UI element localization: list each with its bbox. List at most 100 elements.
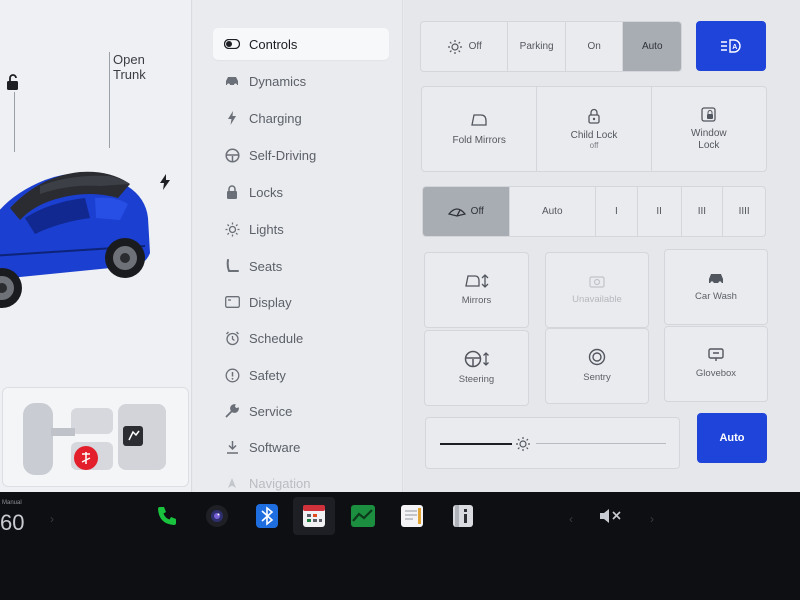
headlights-off-label: Off: [468, 41, 482, 52]
nav-label: Display: [249, 294, 292, 310]
nav-label: Seats: [249, 258, 283, 274]
wipers-speed-1-label: I: [614, 206, 618, 217]
auto-high-beam-button[interactable]: A: [696, 21, 766, 71]
wipers-off-button[interactable]: Off: [423, 187, 510, 236]
window-lock-button[interactable]: Window Lock: [652, 87, 766, 171]
window-lock-label-2: Lock: [698, 139, 720, 151]
nav-item-service[interactable]: Service: [213, 395, 389, 427]
window-lock-icon: [701, 106, 716, 122]
climate-mode-label: Manual: [2, 500, 22, 506]
lock-icon: [223, 183, 241, 201]
mirrors-label: Mirrors: [461, 295, 492, 306]
brightness-slider[interactable]: [425, 417, 680, 469]
wrench-icon: [223, 402, 241, 420]
sun-icon: [223, 220, 241, 238]
wiper-icon: [447, 207, 466, 217]
mirrors-adjust-button[interactable]: Mirrors: [424, 252, 529, 328]
phone-icon[interactable]: [154, 503, 180, 529]
mirror-icon: [471, 113, 487, 126]
bluetooth-icon[interactable]: [254, 503, 280, 529]
volume-muted-icon[interactable]: [598, 503, 624, 529]
nav-label: Safety: [249, 367, 286, 383]
headlights-auto-label: Auto: [641, 41, 663, 52]
glovebox-button[interactable]: Glovebox: [664, 326, 768, 402]
temperature-value[interactable]: 60: [0, 510, 24, 536]
nav-label: Controls: [249, 36, 298, 52]
nav-item-navigation[interactable]: Navigation: [213, 467, 389, 492]
sentry-icon: [588, 348, 606, 366]
unlock-icon[interactable]: [4, 73, 22, 91]
car-render: [0, 171, 150, 308]
steering-adjust-button[interactable]: Steering: [424, 330, 529, 406]
open-trunk-button[interactable]: Open Trunk: [113, 52, 146, 82]
charge-port-icon[interactable]: [159, 174, 171, 190]
open-trunk-label-1: Open: [113, 52, 145, 67]
unavailable-label: Unavailable: [572, 293, 622, 305]
seat-occupancy-card: [2, 387, 189, 487]
main-screen: Open Trunk Controls Dynamics Charging Se…: [0, 0, 800, 492]
nav-item-schedule[interactable]: Schedule: [213, 322, 389, 354]
sentry-button[interactable]: Sentry: [545, 328, 649, 404]
headlights-auto-button[interactable]: Auto: [623, 22, 681, 71]
nav-item-controls[interactable]: Controls: [213, 28, 389, 60]
wipers-speed-3-button[interactable]: III: [682, 187, 724, 236]
nav-label: Software: [249, 439, 301, 455]
bolt-icon: [223, 109, 241, 127]
camera-app-icon[interactable]: [204, 503, 230, 529]
open-trunk-label-2: Trunk: [113, 67, 146, 82]
steering-adjust-icon: [464, 350, 489, 368]
locks-mirrors-group: Fold Mirrors Child Lock off Window Lock: [421, 86, 767, 172]
child-lock-button[interactable]: Child Lock off: [537, 87, 652, 171]
manual-app-icon[interactable]: [450, 503, 476, 529]
alarm-clock-icon: [223, 329, 241, 347]
mirror-adjust-icon: [464, 274, 488, 288]
nav-item-seats[interactable]: Seats: [213, 250, 389, 282]
wipers-auto-button[interactable]: Auto: [510, 187, 596, 236]
notes-app-icon[interactable]: [399, 503, 425, 529]
nav-item-dynamics[interactable]: Dynamics: [213, 65, 389, 97]
steering-wheel-icon: [223, 146, 241, 164]
child-lock-state: off: [589, 141, 599, 150]
nav-item-charging[interactable]: Charging: [213, 102, 389, 134]
car-wash-label: Car Wash: [695, 290, 737, 302]
download-icon: [223, 438, 241, 456]
volume-increase-icon[interactable]: ›: [650, 512, 654, 526]
brightness-auto-button[interactable]: Auto: [697, 413, 767, 463]
wipers-speed-1-button[interactable]: I: [596, 187, 638, 236]
nav-item-locks[interactable]: Locks: [213, 176, 389, 208]
headlights-off-button[interactable]: Off: [421, 22, 509, 71]
brightness-slider-fill: [440, 443, 512, 445]
headlights-parking-label: Parking: [519, 41, 554, 52]
brightness-sun-icon: [516, 437, 530, 451]
fold-mirrors-button[interactable]: Fold Mirrors: [422, 87, 538, 171]
headlight-mode-selector: Off Parking On Auto: [420, 21, 682, 72]
navigation-arrow-icon: [223, 474, 241, 492]
info-circle-icon: [223, 366, 241, 384]
temp-increase-icon[interactable]: ›: [50, 512, 54, 526]
wipers-speed-3-label: III: [697, 206, 707, 217]
nav-item-display[interactable]: Display: [213, 286, 389, 318]
cabin-top-view: [23, 403, 166, 475]
nav-label: Dynamics: [249, 73, 307, 89]
car-wash-button[interactable]: Car Wash: [664, 249, 768, 325]
settings-nav: Controls Dynamics Charging Self-Driving: [193, 0, 403, 492]
energy-app-icon[interactable]: [350, 503, 376, 529]
display-icon: [223, 293, 241, 311]
wiper-speed-selector: Off Auto I II III IIII: [422, 186, 766, 237]
calendar-icon[interactable]: [301, 503, 327, 529]
nav-item-self-driving[interactable]: Self-Driving: [213, 139, 389, 171]
wipers-speed-4-button[interactable]: IIII: [723, 187, 765, 236]
headlights-on-button[interactable]: On: [566, 22, 624, 71]
nav-item-software[interactable]: Software: [213, 431, 389, 463]
glovebox-label: Glovebox: [695, 368, 737, 379]
wipers-auto-label: Auto: [541, 206, 563, 217]
nav-item-lights[interactable]: Lights: [213, 213, 389, 245]
volume-decrease-icon[interactable]: ‹: [569, 512, 573, 526]
glovebox-icon: [708, 348, 724, 361]
headlights-parking-button[interactable]: Parking: [508, 22, 566, 71]
sentry-label: Sentry: [583, 372, 611, 383]
wipers-speed-2-button[interactable]: II: [638, 187, 682, 236]
nav-item-safety[interactable]: Safety: [213, 359, 389, 391]
fold-mirrors-label: Fold Mirrors: [452, 134, 506, 146]
nav-label: Self-Driving: [249, 147, 317, 163]
